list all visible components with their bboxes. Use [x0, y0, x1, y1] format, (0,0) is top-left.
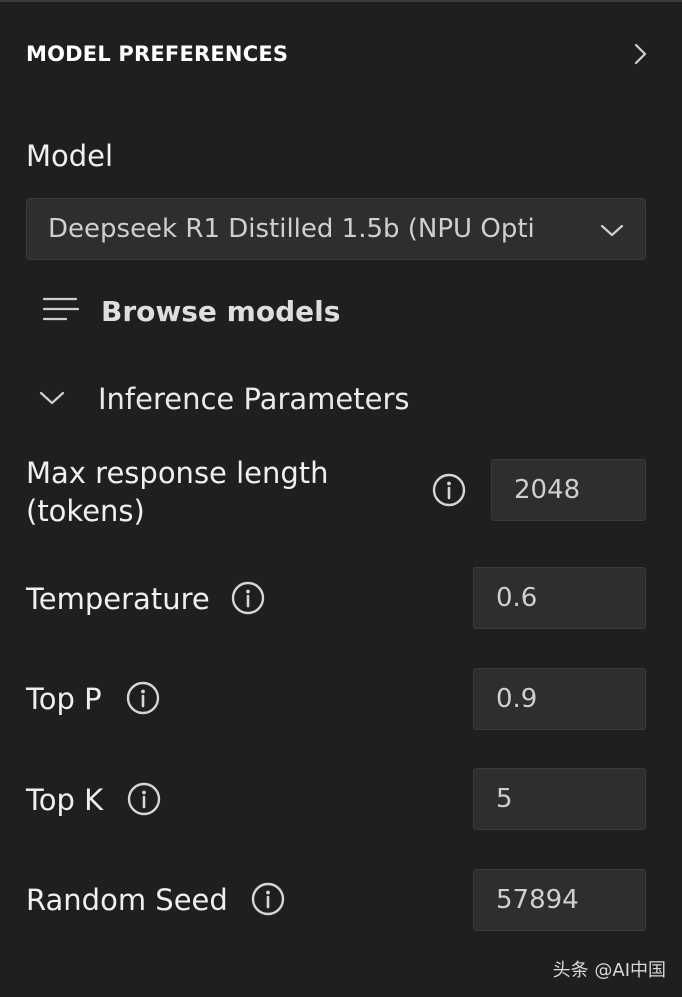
- panel-title: MODEL PREFERENCES: [26, 42, 289, 66]
- info-icon[interactable]: [127, 782, 161, 816]
- top-k-label: Top K: [26, 783, 104, 817]
- top-p-value: 0.9: [496, 684, 538, 714]
- chevron-down-icon: [39, 391, 65, 405]
- panel-header[interactable]: MODEL PREFERENCES: [26, 40, 652, 70]
- browse-models-button[interactable]: Browse models: [42, 290, 442, 334]
- top-k-value: 5: [496, 784, 513, 814]
- list-icon: [42, 297, 80, 321]
- model-select-value: Deepseek R1 Distilled 1.5b (NPU Opti: [48, 214, 535, 244]
- browse-models-label: Browse models: [101, 295, 341, 328]
- watermark: 头条 @AI中国: [552, 960, 666, 981]
- info-icon[interactable]: [231, 581, 265, 615]
- chevron-down-icon: [600, 224, 624, 237]
- max-response-length-label: Max response length (tokens): [26, 454, 329, 530]
- max-response-length-input[interactable]: 2048: [491, 459, 646, 521]
- random-seed-label: Random Seed: [26, 883, 228, 917]
- top-k-input[interactable]: 5: [473, 768, 646, 830]
- temperature-label: Temperature: [26, 582, 210, 616]
- inference-parameters-toggle[interactable]: Inference Parameters: [38, 378, 538, 422]
- chevron-right-icon[interactable]: [628, 42, 652, 66]
- info-icon[interactable]: [126, 681, 160, 715]
- top-p-label: Top P: [26, 682, 102, 716]
- model-preferences-panel: MODEL PREFERENCES Model Deepseek R1 Dist…: [0, 0, 682, 997]
- info-icon[interactable]: [432, 473, 466, 507]
- temperature-input[interactable]: 0.6: [473, 567, 646, 629]
- max-response-length-label-line1: Max response length: [26, 456, 329, 490]
- model-label: Model: [26, 139, 114, 173]
- model-select[interactable]: Deepseek R1 Distilled 1.5b (NPU Opti: [26, 198, 646, 260]
- random-seed-input[interactable]: 57894: [473, 869, 646, 931]
- max-response-length-label-line2: (tokens): [26, 494, 145, 528]
- temperature-value: 0.6: [496, 583, 538, 613]
- random-seed-value: 57894: [496, 885, 579, 915]
- top-p-input[interactable]: 0.9: [473, 668, 646, 730]
- inference-parameters-label: Inference Parameters: [98, 382, 410, 416]
- max-response-length-value: 2048: [514, 475, 581, 505]
- info-icon[interactable]: [251, 882, 285, 916]
